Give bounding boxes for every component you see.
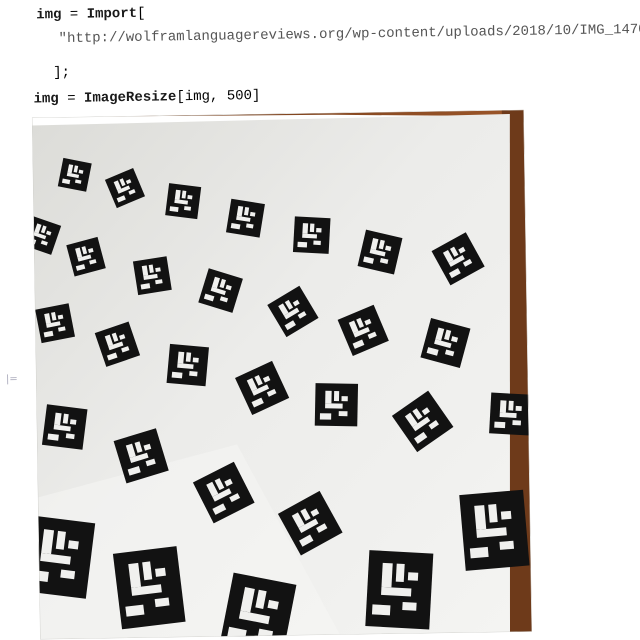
fiducial-marker xyxy=(112,546,186,630)
code-assign: = xyxy=(61,6,87,24)
code-args: [img, 500] xyxy=(176,87,261,106)
code-var: img xyxy=(36,7,62,24)
fiducial-marker xyxy=(132,256,172,296)
code-var: img xyxy=(33,91,59,108)
fiducial-marker xyxy=(165,183,202,220)
fiducial-marker xyxy=(31,515,96,599)
fiducial-marker xyxy=(225,198,265,238)
fiducial-marker xyxy=(292,216,331,254)
input-cell-resize[interactable]: img = ImageResize[img, 500] xyxy=(33,88,260,108)
fiducial-marker xyxy=(314,383,359,427)
code-close-bracket: ]; xyxy=(53,64,71,82)
fiducial-marker xyxy=(57,157,92,192)
fiducial-marker xyxy=(41,404,88,450)
code-assign: = xyxy=(58,90,85,108)
fiducial-marker xyxy=(35,303,75,344)
input-cell-import[interactable]: img = Import[ xyxy=(36,6,146,24)
code-open-bracket: [ xyxy=(136,5,146,22)
output-image[interactable] xyxy=(31,109,532,640)
photo-canvas xyxy=(31,109,532,640)
input-cell-url-line[interactable]: "http://wolframlanguagereviews.org/wp-co… xyxy=(58,21,640,47)
fiducial-marker xyxy=(489,392,532,436)
code-url-string: "http://wolframlanguagereviews.org/wp-co… xyxy=(58,21,640,48)
code-function-imageresize: ImageResize xyxy=(83,89,177,107)
fiducial-marker xyxy=(166,343,209,387)
fiducial-marker xyxy=(365,550,434,630)
cell-insertion-marker[interactable]: |= xyxy=(6,374,18,386)
input-cell-close-line[interactable]: ]; xyxy=(53,65,70,81)
notebook-content: img = Import[ "http://wolframlanguagerev… xyxy=(0,0,640,640)
fiducial-marker xyxy=(459,489,530,571)
notebook-window: img = Import[ "http://wolframlanguagerev… xyxy=(0,0,640,640)
code-function-import: Import xyxy=(86,5,138,23)
